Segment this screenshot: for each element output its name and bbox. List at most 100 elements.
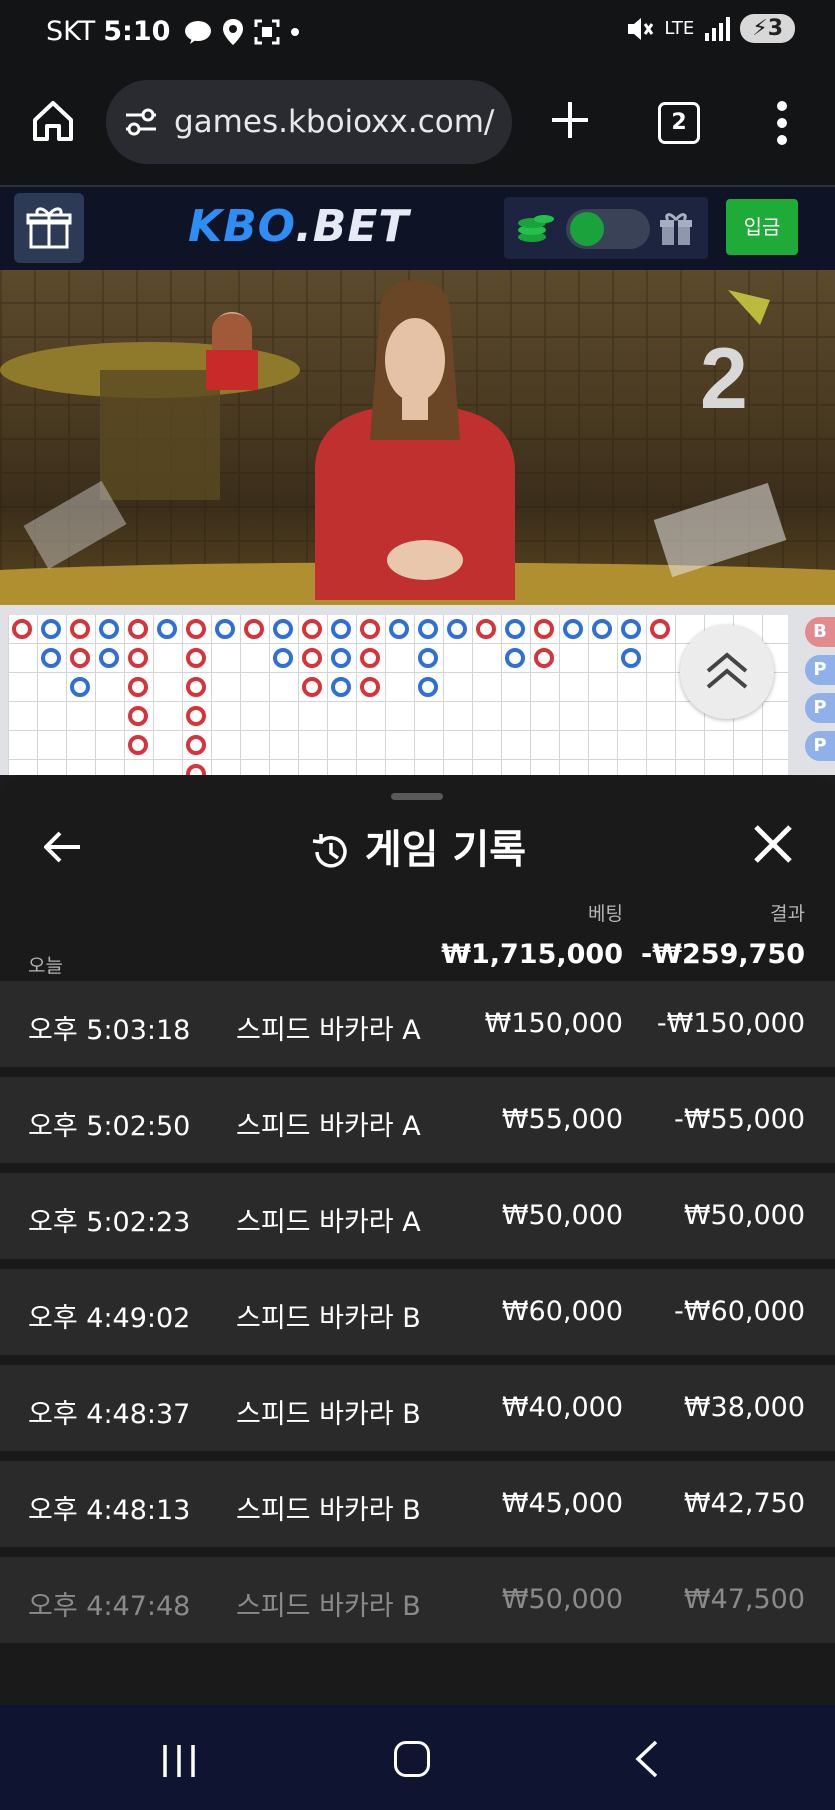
player-bead: [621, 619, 641, 639]
total-result: -₩259,750: [641, 939, 805, 970]
bonus-gift-icon[interactable]: [658, 211, 694, 247]
banker-bead: [128, 706, 148, 726]
banker-bead: [476, 619, 496, 639]
row-bet: ₩45,000: [501, 1488, 623, 1519]
round-countdown: 2: [700, 331, 748, 427]
close-icon[interactable]: [752, 823, 794, 865]
row-result: ₩50,000: [683, 1200, 805, 1231]
player-bead: [447, 619, 467, 639]
history-row[interactable]: 오후 4:48:37 스피드 바카라 B ₩40,000 ₩38,000: [0, 1365, 835, 1451]
balance-toggle[interactable]: [566, 209, 650, 249]
row-result: -₩55,000: [674, 1104, 805, 1135]
player-bead: [389, 619, 409, 639]
banker-bead: [70, 619, 90, 639]
player-bead: [505, 648, 525, 668]
banker-bead: [128, 735, 148, 755]
row-time: 오후 4:48:13: [28, 1495, 191, 1526]
banker-bead: [128, 619, 148, 639]
status-bar: SKT 5:10 LTE ⚡3: [0, 0, 835, 70]
home-icon[interactable]: [30, 98, 76, 144]
history-row[interactable]: 오후 4:49:02 스피드 바카라 B ₩60,000 -₩60,000: [0, 1269, 835, 1355]
clock: 5:10: [103, 16, 171, 47]
result-column-header: 결과: [770, 903, 805, 925]
banker-bead: [360, 677, 380, 697]
sheet-title: 게임 기록: [0, 817, 835, 875]
gift-menu-button[interactable]: [14, 193, 84, 263]
player-bead: [41, 619, 61, 639]
address-bar[interactable]: games.kboioxx.com/: [106, 80, 512, 164]
back-nav-icon[interactable]: [632, 1739, 662, 1779]
history-row[interactable]: 오후 5:02:50 스피드 바카라 A ₩55,000 -₩55,000: [0, 1077, 835, 1163]
history-row[interactable]: 오후 4:48:13 스피드 바카라 B ₩45,000 ₩42,750: [0, 1461, 835, 1547]
history-list: 오후 5:03:18 스피드 바카라 A ₩150,000 -₩150,000 …: [0, 981, 835, 1653]
player-bead: [331, 648, 351, 668]
banker-bead: [302, 619, 322, 639]
player-bead: [215, 619, 235, 639]
player-bead: [418, 619, 438, 639]
signal-icon: [705, 16, 731, 41]
player-bead: [621, 648, 641, 668]
row-result: -₩150,000: [656, 1008, 805, 1039]
player-bead: [99, 648, 119, 668]
banker-bead: [186, 648, 206, 668]
side-tag[interactable]: P: [805, 693, 835, 723]
today-label: 오늘: [28, 955, 63, 977]
site-logo[interactable]: KBO.BET: [188, 201, 409, 252]
row-game: 스피드 바카라 A: [236, 1207, 421, 1238]
side-tag[interactable]: P: [805, 731, 835, 761]
row-time: 오후 4:48:37: [28, 1399, 191, 1430]
banker-bead: [534, 648, 554, 668]
banker-bead: [360, 648, 380, 668]
carrier-label: SKT: [46, 16, 96, 47]
banker-bead: [534, 619, 554, 639]
history-row[interactable]: 오후 4:47:48 스피드 바카라 B ₩50,000 ₩47,500: [0, 1557, 835, 1643]
prediction-tags: B P P P: [805, 617, 835, 769]
side-tag[interactable]: B: [805, 617, 835, 647]
row-bet: ₩60,000: [501, 1296, 623, 1327]
history-summary: 베팅 결과 오늘 ₩1,715,000 -₩259,750: [0, 893, 835, 977]
bet-column-header: 베팅: [588, 903, 623, 925]
row-result: ₩47,500: [683, 1584, 805, 1615]
mute-icon: [628, 17, 654, 40]
toggle-knob: [570, 212, 604, 246]
recent-apps-icon[interactable]: [160, 1743, 198, 1779]
banker-bead: [360, 619, 380, 639]
banker-bead: [302, 648, 322, 668]
banker-bead: [186, 735, 206, 755]
live-dealer-video[interactable]: 2: [0, 270, 835, 605]
expand-roadmap-button[interactable]: [680, 625, 774, 719]
player-bead: [99, 619, 119, 639]
home-nav-button[interactable]: [394, 1741, 430, 1777]
row-result: ₩38,000: [683, 1392, 805, 1423]
new-tab-icon[interactable]: [548, 98, 592, 142]
site-header: KBO.BET 입금: [0, 187, 835, 270]
row-game: 스피드 바카라 B: [236, 1303, 421, 1334]
banker-bead: [70, 648, 90, 668]
history-row[interactable]: 오후 5:02:23 스피드 바카라 A ₩50,000 ₩50,000: [0, 1173, 835, 1259]
row-game: 스피드 바카라 B: [236, 1495, 421, 1526]
drag-handle[interactable]: [391, 793, 443, 800]
player-bead: [331, 619, 351, 639]
banker-bead: [650, 619, 670, 639]
player-bead: [41, 648, 61, 668]
row-game: 스피드 바카라 B: [236, 1399, 421, 1430]
tab-switcher-button[interactable]: 2: [658, 102, 700, 144]
player-bead: [273, 619, 293, 639]
browser-toolbar: games.kboioxx.com/ 2: [0, 70, 835, 187]
player-bead: [418, 677, 438, 697]
deposit-button[interactable]: 입금: [726, 199, 798, 255]
dealer-scene: [0, 280, 835, 605]
player-bead: [418, 648, 438, 668]
side-tag[interactable]: P: [805, 655, 835, 685]
banker-bead: [186, 706, 206, 726]
history-row[interactable]: 오후 5:03:18 스피드 바카라 A ₩150,000 -₩150,000: [0, 981, 835, 1067]
dot-icon: [291, 27, 300, 36]
battery-indicator: ⚡3: [740, 14, 795, 43]
talk-notification-icon: [185, 20, 212, 44]
row-game: 스피드 바카라 A: [236, 1111, 421, 1142]
more-menu-icon[interactable]: [770, 100, 794, 146]
row-bet: ₩55,000: [501, 1104, 623, 1135]
site-settings-icon[interactable]: [124, 108, 158, 136]
url-text[interactable]: games.kboioxx.com/: [174, 104, 494, 140]
gift-icon: [26, 207, 72, 249]
